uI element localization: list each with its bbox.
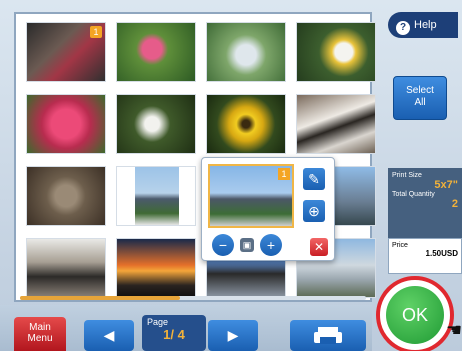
page-label: Page (147, 317, 169, 327)
help-button[interactable]: ? Help (388, 12, 458, 38)
decrease-quantity-button[interactable]: − (212, 234, 234, 256)
zoom-out-icon: − (218, 237, 228, 253)
order-info-box: Print Size 5x7" Total Quantity 2 (388, 168, 462, 238)
ok-label: OK (401, 305, 428, 325)
next-arrow-icon: ▶ (227, 327, 239, 343)
popup-badge: 1 (278, 168, 290, 180)
main-menu-line2: Menu (27, 333, 53, 344)
print-size-label: Print Size (392, 172, 422, 179)
price-box: Price 1.50USD (388, 238, 462, 274)
popup-preview: 1 (208, 164, 294, 228)
main-menu-button[interactable]: Main Menu (14, 317, 66, 351)
total-quantity-value: 2 (451, 198, 458, 210)
selection-badge: 1 (90, 26, 102, 38)
photo-sunset (117, 239, 195, 297)
photo-thumb-8[interactable] (296, 94, 376, 154)
photo-yellow-pansy (207, 95, 285, 153)
photo-thumb-7[interactable] (206, 94, 286, 154)
cursor-icon: ☚ (446, 320, 462, 340)
edit-button[interactable]: ✎ (303, 168, 325, 190)
photo-daisies (297, 23, 375, 81)
rotate-icon: + (266, 237, 276, 253)
photo-pink-flowers (117, 23, 195, 81)
prev-arrow-icon: ◀ (103, 327, 115, 343)
photo-thumb-2[interactable] (116, 22, 196, 82)
select-all-line2: All (414, 97, 426, 108)
price-value: 1.50USD (425, 249, 458, 258)
scrollbar-thumb[interactable] (20, 296, 180, 300)
copies-indicator: ▣ (240, 238, 254, 252)
main-menu-line1: Main (29, 322, 51, 333)
total-quantity-label: Total Quantity (392, 191, 435, 198)
photo-thumb-6[interactable] (116, 94, 196, 154)
photo-white-daisies (117, 95, 195, 153)
photo-white-flowers (207, 23, 285, 81)
print-size-value: 5x7" (434, 179, 458, 191)
help-label: Help (414, 19, 437, 31)
photo-tabby-cat (27, 167, 105, 225)
photo-thumb-4[interactable] (296, 22, 376, 82)
photo-thumb-3[interactable] (206, 22, 286, 82)
printer-icon (314, 327, 342, 344)
copies-icon: ▣ (242, 240, 252, 250)
photo-thumb-1[interactable]: 1 (26, 22, 106, 82)
photo-cats-bench (27, 239, 105, 297)
zoom-in-icon: ⊕ (308, 203, 320, 219)
select-all-button[interactable]: Select All (393, 76, 447, 120)
photo-thumb-5[interactable] (26, 94, 106, 154)
photo-cat-lying (297, 95, 375, 153)
page-value: 1/ 4 (163, 327, 185, 342)
zoom-in-button[interactable]: ⊕ (303, 200, 325, 222)
price-label: Price (392, 242, 408, 249)
delete-icon: ✕ (313, 240, 325, 254)
photo-thumb-9[interactable] (26, 166, 106, 226)
photo-azaleas (27, 95, 105, 153)
pencil-icon: ✎ (308, 171, 320, 187)
photo-thumb-14[interactable] (116, 238, 196, 298)
next-page-button[interactable]: ▶ (208, 320, 258, 351)
select-all-line1: Select (406, 85, 434, 96)
increase-quantity-button[interactable]: + (260, 234, 282, 256)
print-button[interactable] (290, 320, 366, 351)
grid-scrollbar[interactable] (20, 296, 366, 300)
photo-thumb-10[interactable] (116, 166, 196, 226)
help-icon: ? (396, 21, 410, 35)
ok-button[interactable]: OK (386, 286, 444, 344)
photo-edit-popup: 1 ✎ ⊕ − ▣ + ✕ (201, 157, 335, 261)
photo-mountain-portrait (135, 167, 179, 225)
page-indicator: Page 1/ 4 (142, 315, 206, 351)
delete-button[interactable]: ✕ (310, 238, 328, 256)
photo-thumb-13[interactable] (26, 238, 106, 298)
prev-page-button[interactable]: ◀ (84, 320, 134, 351)
